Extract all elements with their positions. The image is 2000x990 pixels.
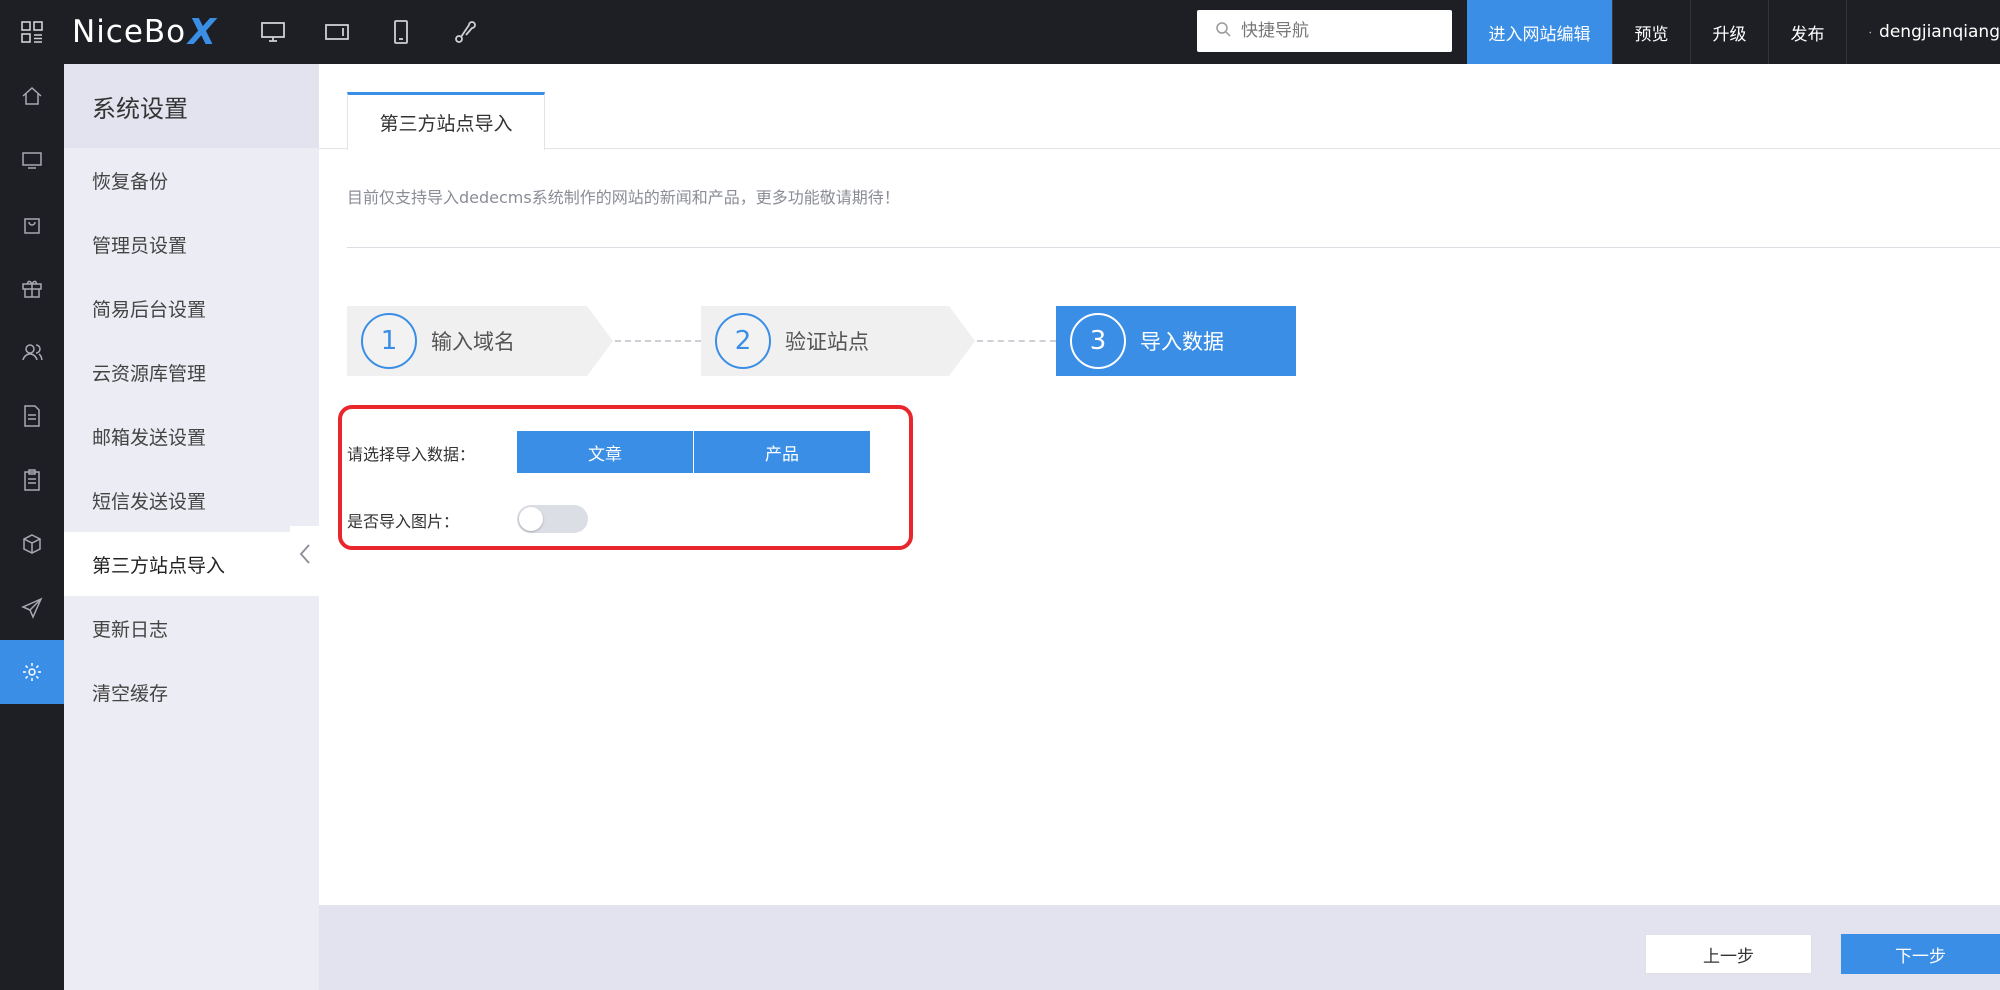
step-3-number: 3 <box>1070 313 1126 369</box>
icon-rail <box>0 64 64 990</box>
step-2-label: 验证站点 <box>785 330 869 354</box>
apps-grid-icon[interactable] <box>0 0 64 64</box>
divider <box>347 247 2000 248</box>
step-2-arrow <box>949 306 975 376</box>
search-icon <box>1215 21 1231 41</box>
gear-icon <box>1869 31 1872 33</box>
bag-icon[interactable] <box>0 192 64 256</box>
send-icon[interactable] <box>0 576 64 640</box>
gift-icon[interactable] <box>0 256 64 320</box>
top-actions: 进入网站编辑 预览 升级 发布 <box>1467 0 1846 64</box>
desktop-icon[interactable] <box>241 0 305 64</box>
username: dengjianqiang <box>1879 22 2000 42</box>
next-step-button[interactable]: 下一步 <box>1841 934 2000 974</box>
main-panel: 第三方站点导入 目前仅支持导入dedecms系统制作的网站的新闻和产品，更多功能… <box>319 64 2000 990</box>
select-data-label: 请选择导入数据： <box>347 445 476 464</box>
tab-third-party-import[interactable]: 第三方站点导入 <box>347 92 545 150</box>
import-images-toggle[interactable] <box>517 505 588 533</box>
top-bar: NiceBoX 进入网站编辑 预览 升级 发布 dengjianqiang <box>0 0 2000 64</box>
search-input[interactable] <box>1241 21 1441 41</box>
wizard-steps: 1 输入域名 2 验证站点 3 导入数据 <box>347 306 1347 376</box>
toggle-knob <box>519 507 543 531</box>
submenu-item-sms-settings[interactable]: 短信发送设置 <box>64 468 319 532</box>
logo-x: X <box>188 11 217 53</box>
logo[interactable]: NiceBo X <box>64 0 217 64</box>
settings-icon[interactable] <box>0 640 64 704</box>
step-connector-1 <box>615 340 701 342</box>
submenu-item-cloud-resources[interactable]: 云资源库管理 <box>64 340 319 404</box>
step-1-label: 输入域名 <box>431 330 515 354</box>
submenu-item-email-settings[interactable]: 邮箱发送设置 <box>64 404 319 468</box>
cube-icon[interactable] <box>0 512 64 576</box>
option-products-button[interactable]: 产品 <box>694 431 870 473</box>
step-connector-2 <box>977 340 1056 342</box>
option-articles-button[interactable]: 文章 <box>517 431 693 473</box>
step-3: 3 导入数据 <box>1056 306 1296 376</box>
submenu-item-restore-backup[interactable]: 恢复备份 <box>64 148 319 212</box>
tab-bar: 第三方站点导入 <box>319 64 2000 150</box>
publish-button[interactable]: 发布 <box>1768 0 1846 64</box>
step-2: 2 验证站点 <box>701 306 949 376</box>
data-type-selector: 文章 产品 <box>517 431 870 473</box>
users-icon[interactable] <box>0 320 64 384</box>
submenu-item-admin-settings[interactable]: 管理员设置 <box>64 212 319 276</box>
step-3-label: 导入数据 <box>1140 330 1224 354</box>
submenu-item-third-party-import[interactable]: 第三方站点导入 <box>64 532 319 596</box>
import-images-label: 是否导入图片： <box>347 512 460 531</box>
logo-text: NiceBo <box>72 14 187 50</box>
upgrade-button[interactable]: 升级 <box>1690 0 1768 64</box>
collapse-submenu-button[interactable] <box>290 526 319 582</box>
submenu-item-simple-backend[interactable]: 简易后台设置 <box>64 276 319 340</box>
quick-nav-search[interactable] <box>1197 10 1452 52</box>
step-1-arrow <box>587 306 613 376</box>
preview-button[interactable]: 预览 <box>1612 0 1690 64</box>
clipboard-icon[interactable] <box>0 448 64 512</box>
previous-step-button[interactable]: 上一步 <box>1645 934 1812 974</box>
settings-submenu: 系统设置 恢复备份 管理员设置 简易后台设置 云资源库管理 邮箱发送设置 短信发… <box>64 64 319 990</box>
step-2-number: 2 <box>715 313 771 369</box>
document-icon[interactable] <box>0 384 64 448</box>
submenu-title: 系统设置 <box>64 64 319 148</box>
device-switcher <box>241 0 497 64</box>
monitor-icon[interactable] <box>0 128 64 192</box>
import-notice: 目前仅支持导入dedecms系统制作的网站的新闻和产品，更多功能敬请期待！ <box>347 188 900 207</box>
submenu-item-changelog[interactable]: 更新日志 <box>64 596 319 660</box>
chevron-left-icon <box>299 544 310 564</box>
step-1: 1 输入域名 <box>347 306 587 376</box>
user-menu[interactable]: dengjianqiang <box>1846 0 2000 64</box>
mobile-icon[interactable] <box>369 0 433 64</box>
step-1-number: 1 <box>361 313 417 369</box>
home-icon[interactable] <box>0 64 64 128</box>
wizard-footer: 上一步 下一步 <box>319 905 2000 990</box>
link-icon[interactable] <box>433 0 497 64</box>
submenu-item-clear-cache[interactable]: 清空缓存 <box>64 660 319 724</box>
tablet-landscape-icon[interactable] <box>305 0 369 64</box>
edit-site-button[interactable]: 进入网站编辑 <box>1467 0 1612 64</box>
